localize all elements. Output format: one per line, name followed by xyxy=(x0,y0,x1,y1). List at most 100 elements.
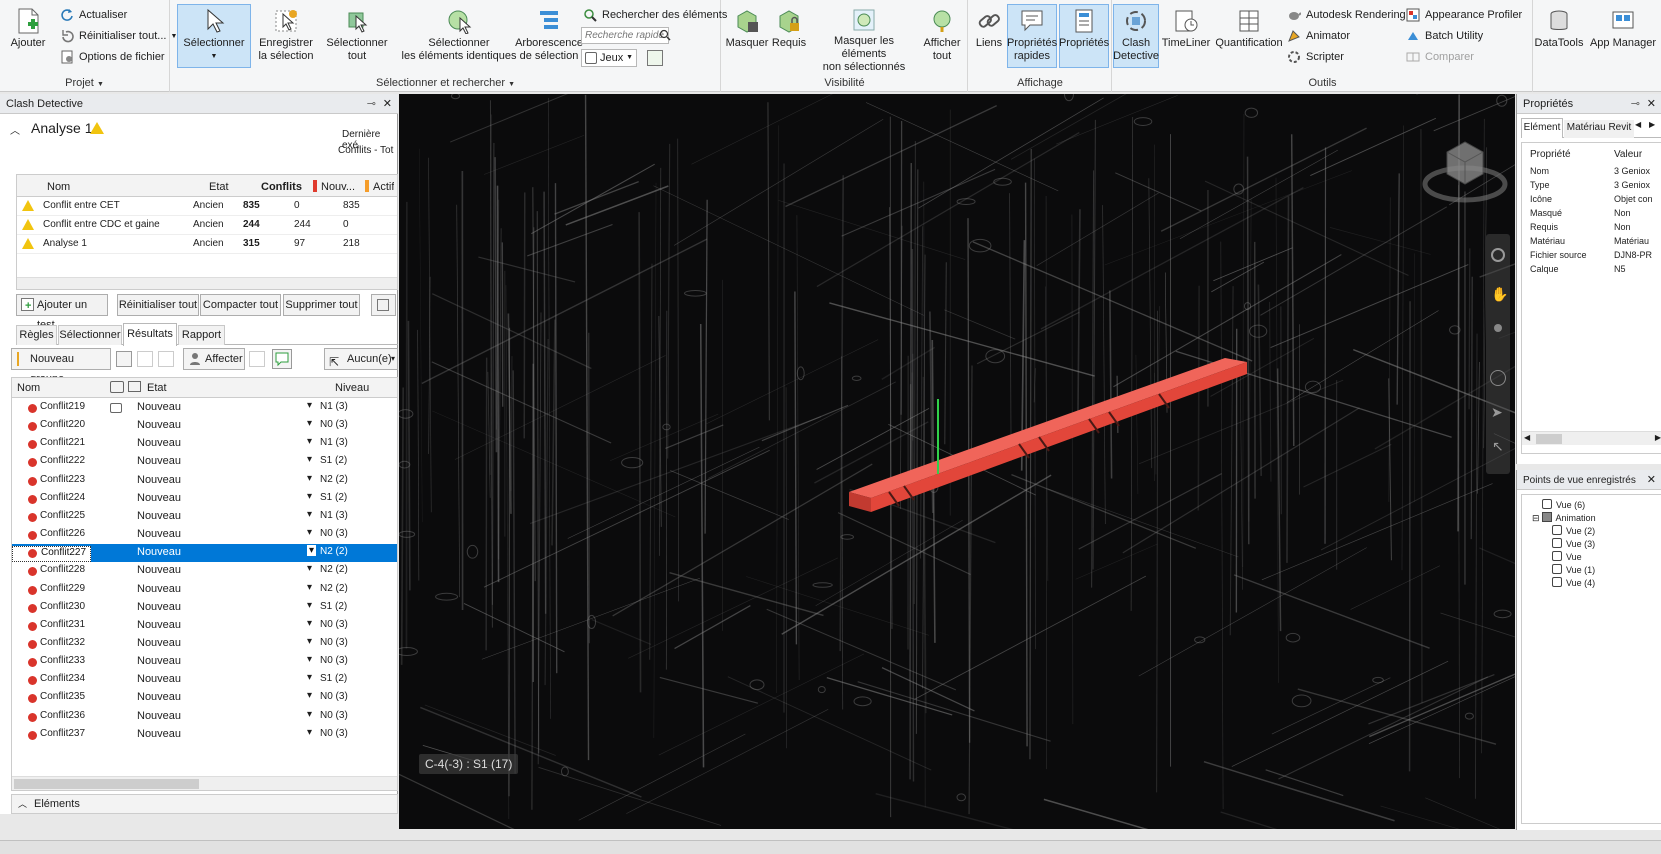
etat-dropdown-icon[interactable]: ▾ xyxy=(307,582,312,593)
supprimer-tout-button[interactable]: Supprimer tout xyxy=(283,294,360,316)
scroll-right-icon[interactable]: ▶ xyxy=(1655,433,1661,442)
select-icon[interactable]: ↖ xyxy=(1492,438,1504,455)
etat-dropdown-icon[interactable]: ▾ xyxy=(307,727,312,738)
app-manager-button[interactable]: App Manager xyxy=(1588,4,1658,68)
tab-regles[interactable]: Règles xyxy=(16,325,57,345)
result-row[interactable]: Conflit224 Nouveau ▾ S1 (2) xyxy=(12,490,397,508)
result-row[interactable]: Conflit221 Nouveau ▾ N1 (3) xyxy=(12,435,397,453)
etat-dropdown-icon[interactable]: ▾ xyxy=(307,527,312,538)
tab-materiau-revit[interactable]: Matériau Revit xyxy=(1564,120,1634,138)
close-icon[interactable]: ✕ xyxy=(383,94,392,114)
result-etat-cell[interactable]: Nouveau xyxy=(137,601,181,613)
result-row[interactable]: Conflit235 Nouveau ▾ N0 (3) xyxy=(12,689,397,707)
quick-find-icon[interactable] xyxy=(659,28,671,42)
tab-resultats[interactable]: Résultats xyxy=(123,323,177,346)
compacter-tout-button[interactable]: Compacter tout xyxy=(200,294,281,316)
ajouter-test-button[interactable]: + Ajouter un test xyxy=(16,294,108,331)
look-icon[interactable]: ➤ xyxy=(1491,404,1503,421)
etat-dropdown-icon[interactable]: ▾ xyxy=(307,672,312,683)
etat-dropdown-icon[interactable]: ▾ xyxy=(307,509,312,520)
result-row[interactable]: Conflit228 Nouveau ▾ N2 (2) xyxy=(12,562,397,580)
result-row[interactable]: Conflit230 Nouveau ▾ S1 (2) xyxy=(12,599,397,617)
pan-icon[interactable]: ✋ xyxy=(1491,286,1508,303)
reinitialiser-tout-button[interactable]: Réinitialiser tout xyxy=(117,294,199,316)
result-row[interactable]: Conflit227 Nouveau ▾ N2 (2) xyxy=(12,544,397,563)
result-etat-cell[interactable]: Nouveau xyxy=(137,728,181,740)
etat-dropdown-icon[interactable]: ▾ xyxy=(307,454,312,465)
collapse-icon[interactable]: ︿ xyxy=(10,122,20,137)
result-etat-cell[interactable]: Nouveau xyxy=(137,455,181,467)
pin-icon[interactable]: ⊸ xyxy=(1631,94,1640,114)
viewpoint-item[interactable]: Vue (6) xyxy=(1542,499,1585,512)
etat-dropdown-icon[interactable]: ▾ xyxy=(307,709,312,720)
etat-dropdown-icon[interactable]: ▾ xyxy=(307,636,312,647)
timeliner-button[interactable]: TimeLiner xyxy=(1161,4,1211,68)
result-row[interactable]: Conflit232 Nouveau ▾ N0 (3) xyxy=(12,635,397,653)
result-etat-cell[interactable]: Nouveau xyxy=(137,619,181,631)
col-conflits[interactable]: Conflits xyxy=(261,181,302,193)
manage-sets-icon[interactable] xyxy=(647,50,663,66)
masquer-button[interactable]: Masquer xyxy=(726,4,768,68)
jeux-dropdown[interactable]: Jeux ▼ xyxy=(581,49,637,67)
rechercher-elements-button[interactable]: Rechercher des éléments xyxy=(583,6,727,24)
viewpoint-item[interactable]: Vue (4) xyxy=(1552,577,1595,590)
zoom-icon[interactable] xyxy=(1494,324,1502,332)
col-actif[interactable]: Actif xyxy=(373,181,394,193)
afficher-tout-button[interactable]: Afficher tout xyxy=(920,4,964,68)
result-row[interactable]: Conflit237 Nouveau ▾ N0 (3) xyxy=(12,726,397,744)
result-etat-cell[interactable]: Nouveau xyxy=(137,419,181,431)
autodesk-rendering-button[interactable]: Autodesk Rendering xyxy=(1287,6,1406,24)
reinitialiser-button[interactable]: Réinitialiser tout... ▼ xyxy=(60,27,177,45)
result-row[interactable]: Conflit236 Nouveau ▾ N0 (3) xyxy=(12,708,397,726)
test-row[interactable]: Analyse 1 Ancien 315 97 218 xyxy=(17,235,397,254)
steering-wheel-icon[interactable] xyxy=(1491,248,1505,262)
recherche-rapide-input[interactable]: Recherche rapide xyxy=(581,27,669,44)
col-nouveau[interactable]: Nouv... xyxy=(321,181,357,193)
test-row[interactable]: Conflit entre CDC et gaine Ancien 244 244 0 xyxy=(17,216,397,235)
pin-icon[interactable]: ⊸ xyxy=(367,94,376,114)
enregistrer-selection-button[interactable]: Enregistrer la sélection xyxy=(253,4,319,68)
viewcube[interactable] xyxy=(1422,132,1508,208)
result-row[interactable]: Conflit233 Nouveau ▾ N0 (3) xyxy=(12,653,397,671)
clash-detective-button[interactable]: Clash Detective xyxy=(1113,4,1159,68)
col-result-etat[interactable]: Etat xyxy=(147,382,167,394)
nouveau-groupe-button[interactable]: Nouveau groupe xyxy=(11,348,111,385)
etat-dropdown-icon[interactable]: ▾ xyxy=(307,690,312,701)
test-row[interactable]: Conflit entre CET Ancien 835 0 835 xyxy=(17,197,397,216)
etat-dropdown-icon[interactable]: ▾ xyxy=(307,563,312,574)
properties-hscrollbar[interactable]: ◀ ▶ xyxy=(1522,431,1661,445)
result-row[interactable]: Conflit225 Nouveau ▾ N1 (3) xyxy=(12,508,397,526)
result-etat-cell[interactable]: Nouveau xyxy=(137,583,181,595)
export-test-button[interactable] xyxy=(371,294,396,316)
scroll-left-icon[interactable]: ◀ xyxy=(1524,433,1530,442)
actualiser-button[interactable]: Actualiser xyxy=(60,6,127,24)
viewpoint-item[interactable]: Vue (2) xyxy=(1552,525,1595,538)
viewpoint-item[interactable]: Vue (1) xyxy=(1552,564,1595,577)
close-icon[interactable]: ✕ xyxy=(1647,470,1656,490)
etat-dropdown-icon[interactable]: ▾ xyxy=(307,654,312,665)
proprietes-button[interactable]: Propriétés xyxy=(1059,4,1109,68)
masquer-non-selectionnes-button[interactable]: Masquer les éléments non sélectionnés xyxy=(810,4,918,73)
liens-button[interactable]: Liens xyxy=(972,4,1006,68)
properties-hscroll-thumb[interactable] xyxy=(1536,434,1562,444)
datatools-button[interactable]: DataTools xyxy=(1534,4,1584,68)
tab-scroll-right-icon[interactable]: ▶ xyxy=(1649,120,1655,129)
quantification-button[interactable]: Quantification xyxy=(1213,4,1285,68)
result-etat-cell[interactable]: Nouveau xyxy=(137,528,181,540)
proprietes-rapides-button[interactable]: Propriétés rapides xyxy=(1007,4,1057,68)
col-etat[interactable]: Etat xyxy=(209,181,229,193)
result-etat-cell[interactable]: Nouveau xyxy=(137,474,181,486)
result-row[interactable]: Conflit234 Nouveau ▾ S1 (2) xyxy=(12,671,397,689)
etat-dropdown-icon[interactable]: ▾ xyxy=(307,400,312,411)
results-hscrollbar[interactable] xyxy=(12,776,397,790)
result-etat-cell[interactable]: Nouveau xyxy=(137,437,181,449)
etat-dropdown-icon[interactable]: ▾ xyxy=(307,473,312,484)
result-etat-cell[interactable]: Nouveau xyxy=(137,510,181,522)
result-etat-cell[interactable]: Nouveau xyxy=(137,492,181,504)
group-title-selection[interactable]: Sélectionner et rechercher ▼ xyxy=(171,77,720,89)
result-etat-cell[interactable]: Nouveau xyxy=(137,564,181,576)
result-etat-cell[interactable]: Nouveau xyxy=(137,691,181,703)
tab-selectionner[interactable]: Sélectionner xyxy=(58,325,122,345)
batch-utility-button[interactable]: Batch Utility xyxy=(1406,27,1483,45)
unassign-icon[interactable] xyxy=(249,351,265,367)
